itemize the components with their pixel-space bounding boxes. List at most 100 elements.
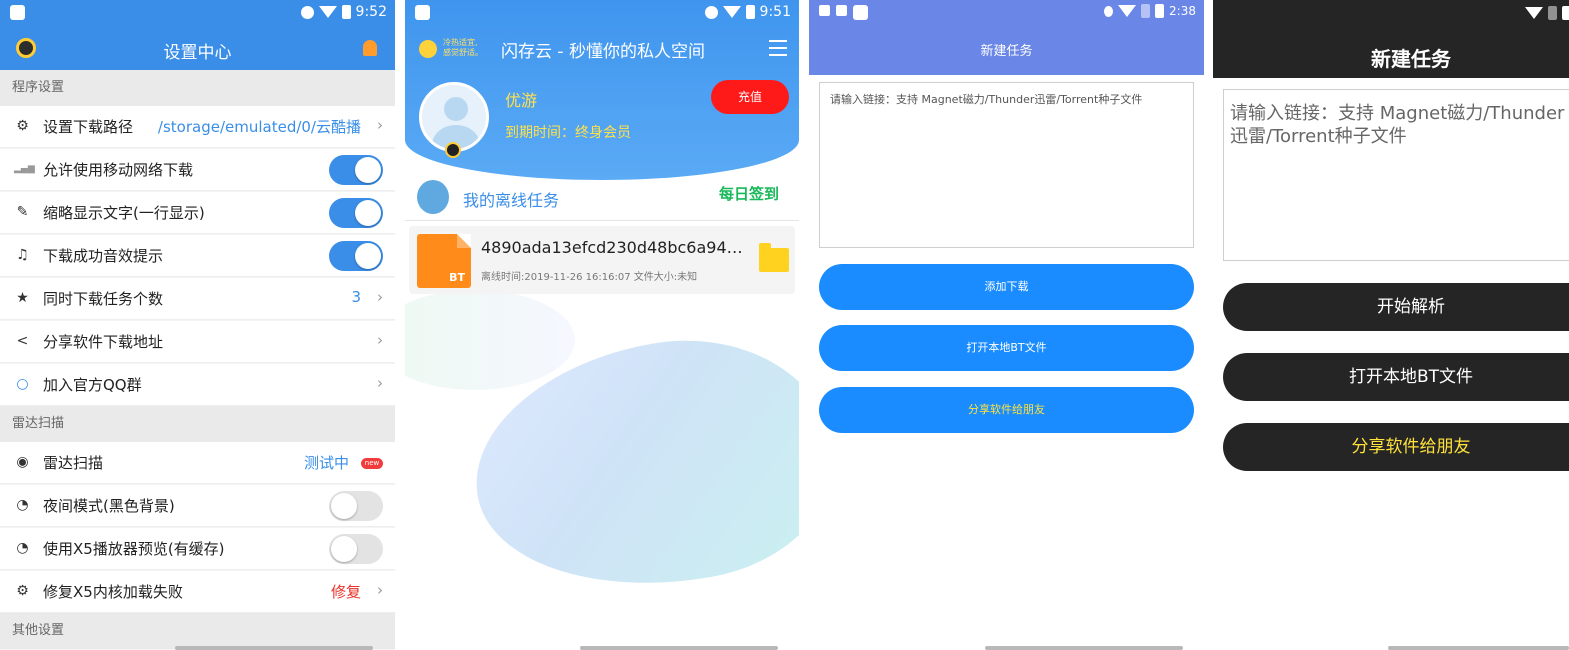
moon-icon: ◔ [16, 497, 29, 513]
setting-label: 下载成功音效提示 [43, 247, 164, 265]
setting-download-path[interactable]: ⚙ 设置下载路径 /storage/emulated/0/云酷播 › [0, 106, 395, 148]
username: 优游 [505, 91, 538, 110]
battery-icon [341, 5, 351, 19]
setting-radar[interactable]: ◉ 雷达扫描 测试中 new [0, 442, 395, 484]
home-indicator[interactable] [580, 646, 778, 650]
recharge-button[interactable]: 充值 [711, 80, 789, 114]
weather-text: 冷热适宜, 感觉舒适。 [443, 38, 483, 58]
share-app-button[interactable]: 分享软件给朋友 [819, 387, 1194, 433]
status-bar: 9:51 [405, 0, 799, 28]
setting-night-mode: ◔ 夜间模式(黑色背景) [0, 485, 395, 527]
setting-label: 分享软件下载地址 [43, 333, 164, 351]
setting-ellipsis-text: ✎ 缩略显示文字(一行显示) [0, 192, 395, 234]
button-label: 分享软件给朋友 [1351, 437, 1471, 457]
home-indicator[interactable] [175, 646, 373, 650]
home-indicator[interactable] [985, 646, 1183, 650]
setting-label: 缩略显示文字(一行显示) [43, 204, 205, 222]
dnd-icon [704, 5, 718, 19]
fix-x5-value: 修复 [330, 583, 361, 601]
daily-checkin-button[interactable]: 每日签到 [719, 183, 779, 204]
setting-label: 雷达扫描 [43, 454, 104, 472]
weather-line: 冷热适宜, [443, 38, 478, 47]
bird-mascot-icon [417, 180, 449, 214]
location-icon [1104, 5, 1114, 17]
pencil-icon: ✎ [16, 204, 29, 220]
status-bar [1213, 0, 1569, 28]
setting-label: 夜间模式(黑色背景) [43, 497, 175, 515]
setting-concurrent-tasks[interactable]: ★ 同时下载任务个数 3 › [0, 278, 395, 320]
download-path-value: /storage/emulated/0/云酷播 [157, 118, 361, 136]
chevron-right-icon: › [377, 288, 383, 306]
sound-tip-toggle[interactable] [329, 241, 383, 271]
add-download-button[interactable]: 添加下载 [819, 264, 1194, 310]
open-local-bt-button[interactable]: 打开本地BT文件 [819, 325, 1194, 371]
night-mode-toggle[interactable] [329, 491, 383, 521]
mobile-network-toggle[interactable] [329, 155, 383, 185]
new-task-dark-screen: 新建任务 请输入链接：支持 Magnet磁力/Thunder迅雷/Torrent… [1213, 0, 1569, 650]
setting-label: 加入官方QQ群 [43, 376, 142, 394]
page-title: 设置中心 [163, 43, 232, 63]
setting-label: 设置下载路径 [43, 118, 134, 136]
dnd-icon [300, 5, 314, 19]
button-label: 打开本地BT文件 [1348, 367, 1474, 387]
link-input[interactable]: 请输入链接：支持 Magnet磁力/Thunder迅雷/Torrent种子文件 [1223, 89, 1569, 261]
share-icon: < [16, 333, 29, 349]
bell-icon[interactable] [363, 40, 377, 56]
start-parse-button[interactable]: 开始解析 [1223, 283, 1569, 331]
new-task-blue-screen: 2:38 新建任务 请输入链接：支持 Magnet磁力/Thunder迅雷/To… [809, 0, 1204, 650]
page-title: 新建任务 [1371, 47, 1451, 71]
settings-screen: 9:52 设置中心 程序设置 ⚙ 设置下载路径 /storage/emulate… [0, 0, 395, 650]
signal-off-icon [1548, 6, 1557, 20]
menu-icon[interactable] [769, 40, 787, 61]
sound-icon: ♫ [16, 247, 29, 263]
new-task-header: 新建任务 [1213, 0, 1569, 78]
signal-icon: ▂▄▆ [14, 164, 35, 174]
battery-icon [1155, 4, 1165, 18]
setting-x5-player: ◔ 使用X5播放器预览(有缓存) [0, 528, 395, 570]
open-local-bt-button[interactable]: 打开本地BT文件 [1223, 353, 1569, 401]
home-indicator[interactable] [1388, 646, 1569, 650]
gear-icon: ⚙ [16, 583, 29, 599]
chevron-right-icon: › [377, 581, 383, 599]
cloud-screen: 9:51 冷热适宜, 感觉舒适。 闪存云 - 秒懂你的私人空间 优游 到期时间：… [405, 0, 799, 650]
setting-label: 使用X5播放器预览(有缓存) [43, 540, 225, 558]
setting-label: 允许使用移动网络下载 [43, 161, 194, 179]
setting-label: 同时下载任务个数 [43, 290, 164, 308]
notification-icon [853, 5, 868, 20]
divider [405, 220, 799, 221]
bt-label: BT [449, 271, 465, 284]
cloud-header: 9:51 冷热适宜, 感觉舒适。 闪存云 - 秒懂你的私人空间 优游 到期时间：… [405, 0, 799, 180]
x5-player-toggle[interactable] [329, 534, 383, 564]
task-item[interactable]: BT 4890ada13efcd230d48bc6a942d1... 离线时间:… [409, 226, 795, 294]
bt-file-icon: BT [417, 234, 471, 288]
page-title: 新建任务 [980, 44, 1033, 59]
status-time: 9:52 [355, 4, 387, 20]
star-icon: ★ [16, 290, 29, 306]
chevron-right-icon: › [377, 374, 383, 392]
radar-icon: ◉ [16, 454, 29, 470]
status-bar: 2:38 [809, 0, 1204, 28]
button-label: 开始解析 [1377, 297, 1445, 317]
setting-join-qq[interactable]: ○ 加入官方QQ群 › [0, 364, 395, 406]
new-badge: new [361, 458, 383, 469]
concurrent-tasks-value: 3 [351, 288, 361, 306]
wifi-icon [1525, 7, 1543, 19]
background-blob [405, 290, 575, 390]
folder-icon[interactable] [759, 243, 789, 272]
wifi-icon [318, 6, 337, 18]
share-app-button[interactable]: 分享软件给朋友 [1223, 423, 1569, 471]
setting-fix-x5[interactable]: ⚙ 修复X5内核加载失败 修复 › [0, 571, 395, 613]
notification-icon [415, 5, 430, 20]
chevron-right-icon: › [377, 116, 383, 134]
signal-off-icon [1141, 4, 1151, 18]
setting-share-app[interactable]: < 分享软件下载地址 › [0, 321, 395, 363]
ellipsis-text-toggle[interactable] [329, 198, 383, 228]
image-icon [836, 5, 847, 16]
expire-text: 到期时间：终身会员 [505, 125, 631, 141]
link-input[interactable]: 请输入链接：支持 Magnet磁力/Thunder迅雷/Torrent种子文件 [819, 82, 1194, 248]
qq-badge-icon [445, 142, 461, 158]
new-task-header: 2:38 新建任务 [809, 0, 1204, 75]
status-time: 9:51 [759, 4, 791, 20]
sun-icon [419, 40, 437, 58]
setting-sound-tip: ♫ 下载成功音效提示 [0, 235, 395, 277]
